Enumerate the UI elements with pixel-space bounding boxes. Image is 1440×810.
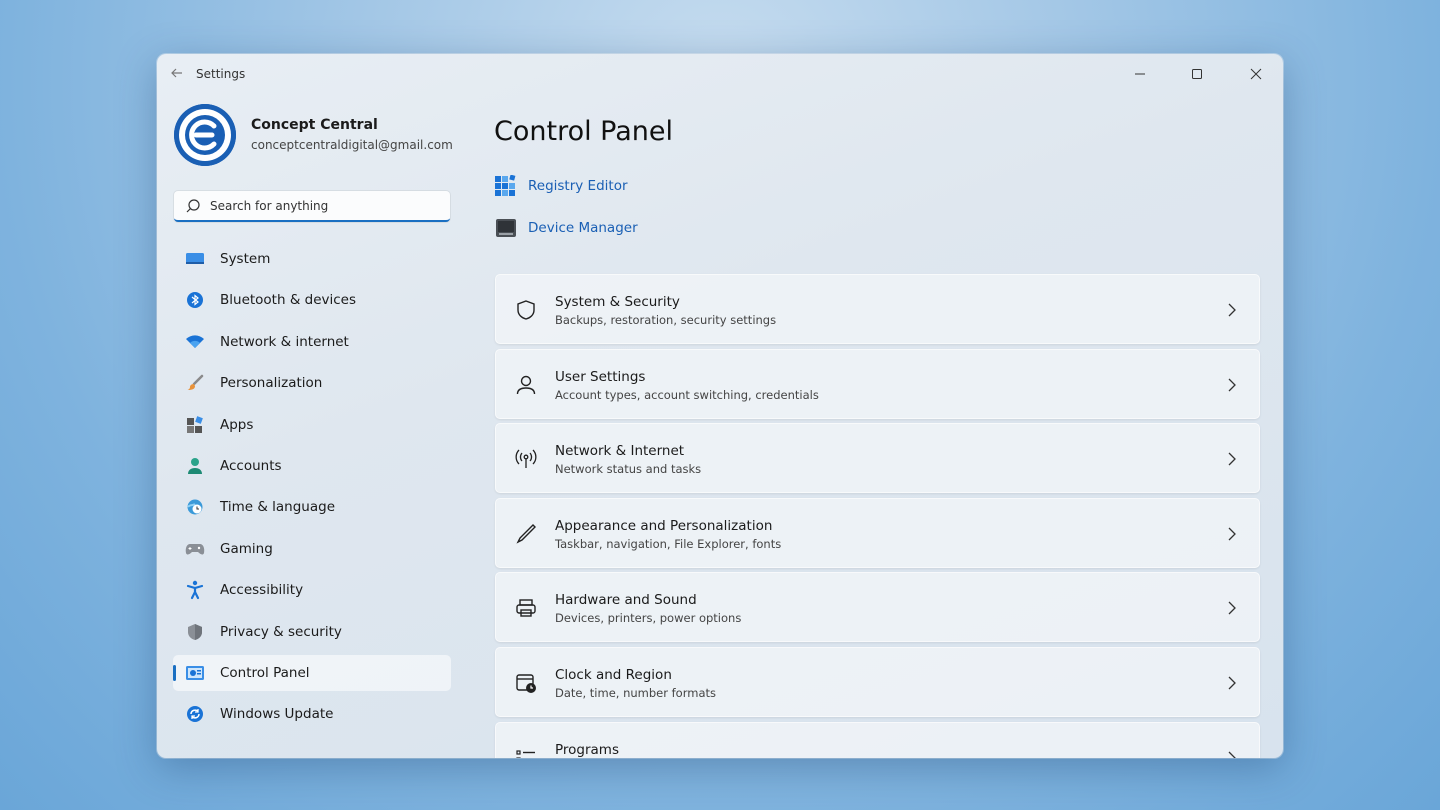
shield-icon <box>185 623 205 641</box>
card-title: Clock and Region <box>555 666 672 683</box>
chevron-right-icon <box>1228 751 1236 758</box>
sidebar-item-label: Accounts <box>220 457 282 474</box>
card-title: Hardware and Sound <box>555 592 697 609</box>
search-icon <box>186 199 200 213</box>
sidebar-item-personalization[interactable]: Personalization <box>173 365 451 401</box>
sidebar-item-label: Privacy & security <box>220 623 342 640</box>
brush-icon <box>185 374 205 392</box>
card-system-security[interactable]: System & Security Backups, restoration, … <box>495 274 1260 344</box>
wifi-icon <box>185 333 205 351</box>
card-programs[interactable]: Programs <box>495 721 1260 758</box>
sidebar-item-label: Bluetooth & devices <box>220 292 357 309</box>
card-title: Programs <box>555 741 619 758</box>
calendar-clock-icon <box>516 674 536 693</box>
card-hardware-sound[interactable]: Hardware and Sound Devices, printers, po… <box>495 572 1260 643</box>
antenna-icon <box>515 449 537 469</box>
user-outline-icon <box>516 375 536 394</box>
sidebar-item-label: System <box>220 251 271 267</box>
card-title: User Settings <box>555 368 646 385</box>
search-input[interactable] <box>210 196 440 216</box>
sidebar-item-apps[interactable]: Apps <box>173 407 451 443</box>
sidebar-item-accounts[interactable]: Accounts <box>173 448 451 484</box>
card-subtitle: Backups, restoration, security settings <box>555 313 777 327</box>
shield-outline-icon <box>517 300 535 320</box>
card-subtitle: Account types, account switching, creden… <box>555 387 819 402</box>
user-profile[interactable]: Concept Central conceptcentraldigital@gm… <box>174 104 454 168</box>
card-network-internet[interactable]: Network & Internet Network status and ta… <box>495 423 1260 494</box>
app-title: Settings <box>196 67 246 81</box>
card-title: System & Security <box>555 294 680 310</box>
title-bar: Settings <box>157 54 1283 94</box>
sidebar-item-windows-update[interactable]: Windows Update <box>173 696 451 732</box>
selected-indicator <box>173 664 176 681</box>
chevron-right-icon <box>1228 676 1236 690</box>
search-box[interactable] <box>174 191 450 222</box>
sidebar-item-network[interactable]: Network & internet <box>173 324 451 360</box>
device-manager-link[interactable]: Device Manager <box>494 216 638 240</box>
maximize-button[interactable] <box>1177 62 1217 86</box>
printer-icon <box>516 599 536 618</box>
profile-name: Concept Central <box>251 117 378 133</box>
registry-editor-link[interactable]: Registry Editor <box>494 174 628 198</box>
sidebar-item-time-language[interactable]: Time & language <box>173 489 451 525</box>
person-icon <box>185 457 205 475</box>
concept-central-logo-icon <box>174 104 236 166</box>
list-icon <box>516 749 535 758</box>
card-clock-region[interactable]: Clock and Region Date, time, number form… <box>495 646 1260 717</box>
card-subtitle: Taskbar, navigation, File Explorer, font… <box>555 536 782 551</box>
pen-icon <box>516 523 536 544</box>
control-panel-icon <box>185 664 205 682</box>
card-user-settings[interactable]: User Settings Account types, account swi… <box>495 348 1260 419</box>
card-subtitle: Date, time, number formats <box>555 685 716 700</box>
sidebar-item-label: Windows Update <box>220 706 334 723</box>
minimize-icon <box>1135 73 1145 75</box>
card-appearance-personalization[interactable]: Appearance and Personalization Taskbar, … <box>495 497 1260 568</box>
chevron-right-icon <box>1228 527 1236 541</box>
refresh-icon <box>185 705 205 723</box>
sidebar-item-label: Personalization <box>220 375 323 392</box>
category-list: System & Security Backups, restoration, … <box>495 274 1260 758</box>
sidebar-item-label: Network & internet <box>220 333 349 350</box>
avatar <box>174 104 236 166</box>
close-icon <box>1250 68 1262 80</box>
bluetooth-icon <box>185 291 205 309</box>
page-title: Control Panel <box>494 116 674 147</box>
device-manager-icon <box>496 219 516 237</box>
sidebar-item-label: Apps <box>220 416 254 433</box>
sidebar-item-accessibility[interactable]: Accessibility <box>173 572 451 608</box>
apps-icon <box>185 415 205 434</box>
profile-email: conceptcentraldigital@gmail.com <box>251 138 453 152</box>
sidebar-item-control-panel[interactable]: Control Panel <box>173 654 451 691</box>
sidebar-item-label: Control Panel <box>220 664 310 681</box>
card-title: Appearance and Personalization <box>555 517 773 534</box>
device-manager-label: Device Manager <box>528 220 638 236</box>
registry-icon <box>495 175 516 196</box>
close-button[interactable] <box>1236 62 1276 86</box>
sidebar-item-system[interactable]: System <box>173 241 451 277</box>
sidebar-item-label: Accessibility <box>220 582 304 599</box>
sidebar-item-bluetooth[interactable]: Bluetooth & devices <box>173 282 451 318</box>
monitor-icon <box>185 250 205 268</box>
clock-globe-icon <box>185 498 205 516</box>
accessibility-icon <box>185 580 205 600</box>
settings-window: Settings Concept Central conceptcentrald… <box>157 54 1283 758</box>
chevron-right-icon <box>1228 452 1236 466</box>
registry-editor-label: Registry Editor <box>528 178 628 194</box>
chevron-right-icon <box>1228 378 1236 392</box>
maximize-icon <box>1192 69 1202 79</box>
card-subtitle: Devices, printers, power options <box>555 611 742 626</box>
back-arrow-icon[interactable] <box>169 66 185 82</box>
sidebar-item-gaming[interactable]: Gaming <box>173 531 451 567</box>
gamepad-icon <box>185 540 205 558</box>
minimize-button[interactable] <box>1120 62 1160 86</box>
card-subtitle: Network status and tasks <box>555 462 702 477</box>
card-title: Network & Internet <box>555 443 685 460</box>
chevron-right-icon <box>1228 303 1236 317</box>
sidebar-item-label: Time & language <box>220 499 336 516</box>
sidebar-nav: System Bluetooth & devices Network & int… <box>173 241 451 738</box>
chevron-right-icon <box>1228 601 1236 615</box>
sidebar-item-label: Gaming <box>220 540 273 557</box>
sidebar-item-privacy[interactable]: Privacy & security <box>173 614 451 650</box>
